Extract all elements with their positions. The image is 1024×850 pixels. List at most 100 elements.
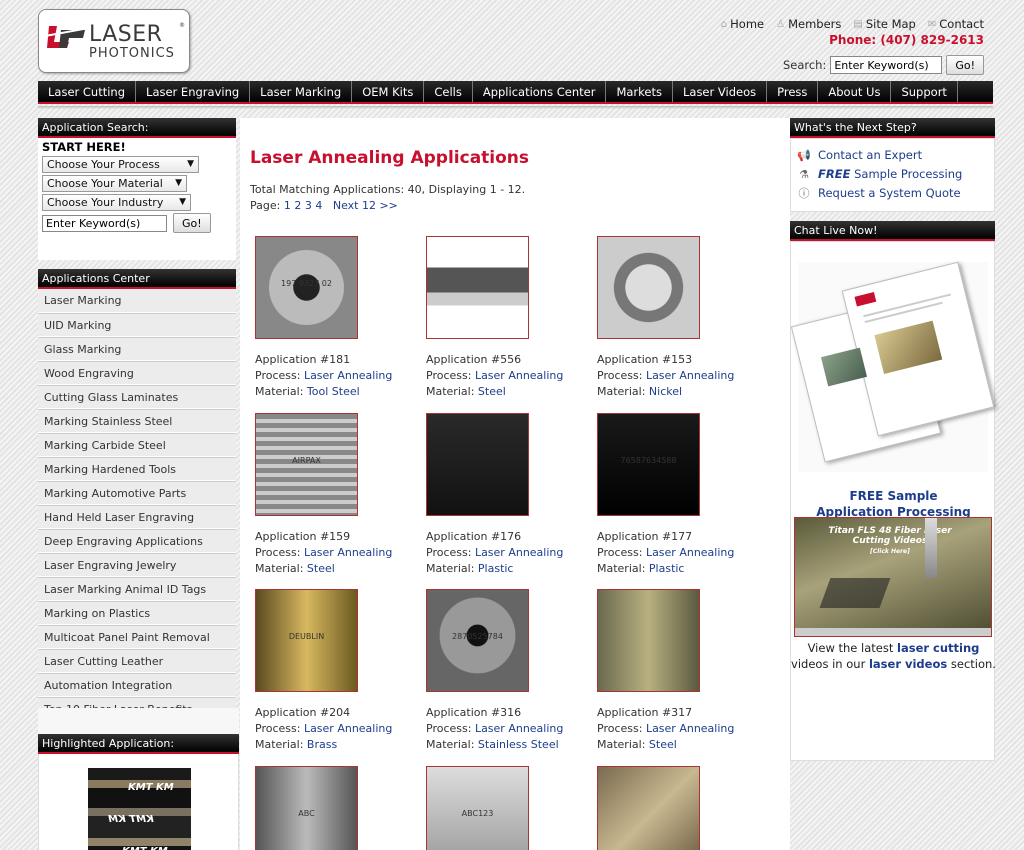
- free-sample-caption[interactable]: FREE Sample Application Processing: [791, 488, 996, 520]
- industry-select[interactable]: Choose Your Industry ▼: [42, 194, 191, 211]
- applications-center-item[interactable]: Cutting Glass Laminates: [38, 385, 236, 409]
- search-go-button[interactable]: Go!: [946, 55, 984, 75]
- material-link[interactable]: Stainless Steel: [478, 738, 559, 751]
- process-link[interactable]: Laser Annealing: [304, 369, 392, 382]
- application-thumbnail[interactable]: [597, 236, 700, 339]
- keyword-go-button[interactable]: Go!: [173, 213, 211, 233]
- nav-cells[interactable]: Cells: [424, 81, 473, 102]
- nav-markets[interactable]: Markets: [606, 81, 673, 102]
- free-sample-link[interactable]: ⚗ FREE Sample Processing: [795, 165, 994, 184]
- applications-center-item[interactable]: Laser Cutting Leather: [38, 649, 236, 673]
- application-thumbnail[interactable]: [597, 766, 700, 850]
- page-link-4[interactable]: 4: [315, 199, 322, 212]
- applications-center-item[interactable]: Automation Integration: [38, 673, 236, 697]
- nav-applications-center[interactable]: Applications Center: [473, 81, 607, 102]
- highlighted-application-image[interactable]: KMT KM KMT KM KMT KM: [88, 768, 191, 850]
- nav-press[interactable]: Press: [767, 81, 819, 102]
- application-thumbnail[interactable]: ABC123: [426, 766, 529, 850]
- process-link[interactable]: Laser Annealing: [475, 722, 563, 735]
- material-link[interactable]: Steel: [307, 562, 335, 575]
- page-link-2[interactable]: 2: [294, 199, 301, 212]
- nav-laser-videos[interactable]: Laser Videos: [673, 81, 768, 102]
- laser-cutting-video-thumbnail[interactable]: Titan FLS 48 Fiber Laser Cutting Videos[…: [794, 517, 992, 637]
- application-name: Application #153: [597, 353, 693, 366]
- nav-support[interactable]: Support: [891, 81, 958, 102]
- application-thumbnail[interactable]: DEUBLIN: [255, 589, 358, 692]
- video-progress-bar[interactable]: [795, 628, 991, 636]
- chevron-down-icon: ▼: [187, 159, 194, 169]
- applications-center-item[interactable]: Multicoat Panel Paint Removal: [38, 625, 236, 649]
- request-quote-link[interactable]: ⓘ Request a System Quote: [795, 184, 994, 203]
- material-link[interactable]: Brass: [307, 738, 337, 751]
- application-thumbnail[interactable]: [597, 589, 700, 692]
- applications-center-item[interactable]: Laser Marking: [38, 289, 236, 313]
- process-link[interactable]: Laser Annealing: [646, 722, 734, 735]
- application-name: Application #159: [255, 530, 351, 543]
- applications-center-item[interactable]: Wood Engraving: [38, 361, 236, 385]
- home-link[interactable]: ⌂ Home: [721, 17, 764, 31]
- nav-oem-kits[interactable]: OEM Kits: [352, 81, 425, 102]
- applications-center-item[interactable]: Laser Marking Animal ID Tags: [38, 577, 236, 601]
- process-link[interactable]: Laser Annealing: [646, 546, 734, 559]
- application-name: Application #177: [597, 530, 693, 543]
- page-link-1[interactable]: 1: [284, 199, 291, 212]
- applications-center-item[interactable]: Marking Hardened Tools: [38, 457, 236, 481]
- application-card: AIRPAX Application #159 Process: Laser Ann…: [255, 413, 415, 577]
- contact-expert-link[interactable]: 📢 Contact an Expert: [795, 146, 994, 165]
- laser-videos-link[interactable]: laser videos: [869, 657, 947, 671]
- process-select[interactable]: Choose Your Process ▼: [42, 156, 199, 173]
- left-column: Application Search: START HERE! Choose Y…: [38, 118, 236, 721]
- application-thumbnail[interactable]: AIRPAX: [255, 413, 358, 516]
- process-link[interactable]: Laser Annealing: [304, 722, 392, 735]
- applications-center-item[interactable]: Marking on Plastics: [38, 601, 236, 625]
- process-link[interactable]: Laser Annealing: [475, 369, 563, 382]
- search-input[interactable]: [830, 56, 943, 74]
- applications-center-item[interactable]: Glass Marking: [38, 337, 236, 361]
- logo[interactable]: LASER ® PHOTONICS: [38, 9, 190, 73]
- chat-live-title[interactable]: Chat Live Now!: [790, 221, 995, 241]
- applications-center-item[interactable]: Marking Carbide Steel: [38, 433, 236, 457]
- app-search-box: START HERE! Choose Your Process ▼ Choose …: [38, 138, 236, 260]
- sample-brochure-image[interactable]: [790, 261, 995, 472]
- application-thumbnail[interactable]: [426, 236, 529, 339]
- nav-about-us[interactable]: About Us: [818, 81, 892, 102]
- material-link[interactable]: Steel: [649, 738, 677, 751]
- material-link[interactable]: Plastic: [649, 562, 685, 575]
- members-link[interactable]: ♙ Members: [776, 17, 841, 31]
- highlighted-application: Highlighted Application: KMT KM KMT KM K…: [38, 734, 239, 850]
- applications-center-item[interactable]: Laser Engraving Jewelry: [38, 553, 236, 577]
- nav-laser-marking[interactable]: Laser Marking: [250, 81, 353, 102]
- process-link[interactable]: Laser Annealing: [646, 369, 734, 382]
- process-link[interactable]: Laser Annealing: [304, 546, 392, 559]
- left-spacer: [38, 708, 239, 734]
- applications-center-item[interactable]: UID Marking: [38, 313, 236, 337]
- application-thumbnail[interactable]: 2870525784: [426, 589, 529, 692]
- results-summary: Total Matching Applications: 40, Display…: [250, 183, 526, 196]
- application-thumbnail[interactable]: [426, 413, 529, 516]
- laser-cutting-link[interactable]: laser cutting: [897, 641, 979, 655]
- next-page-link[interactable]: Next 12 >>: [333, 199, 398, 212]
- keyword-input[interactable]: [42, 214, 167, 232]
- contact-link[interactable]: ✉ Contact: [928, 17, 984, 31]
- applications-center-item[interactable]: Hand Held Laser Engraving: [38, 505, 236, 529]
- applications-center-item[interactable]: Deep Engraving Applications: [38, 529, 236, 553]
- material-link[interactable]: Plastic: [478, 562, 514, 575]
- application-card: 76587634588 Application #177 Process: Lase…: [597, 413, 757, 577]
- page-link-3[interactable]: 3: [305, 199, 312, 212]
- main-content: Laser Annealing Applications Total Match…: [240, 118, 790, 850]
- material-link[interactable]: Nickel: [649, 385, 682, 398]
- application-thumbnail[interactable]: ABC: [255, 766, 358, 850]
- applications-center-item[interactable]: Marking Stainless Steel: [38, 409, 236, 433]
- sitemap-link[interactable]: ▤ Site Map: [853, 17, 915, 31]
- applications-center-item[interactable]: Marking Automotive Parts: [38, 481, 236, 505]
- application-thumbnail[interactable]: 197 9327 02: [255, 236, 358, 339]
- application-thumbnail[interactable]: 76587634588: [597, 413, 700, 516]
- application-card: Application #317 Process: Laser Annealing…: [597, 589, 757, 753]
- process-link[interactable]: Laser Annealing: [475, 546, 563, 559]
- nav-laser-cutting[interactable]: Laser Cutting: [38, 81, 137, 102]
- material-link[interactable]: Tool Steel: [307, 385, 360, 398]
- application-card: DEUBLIN Application #204 Process: Laser An…: [255, 589, 415, 753]
- nav-laser-engraving[interactable]: Laser Engraving: [136, 81, 251, 102]
- material-link[interactable]: Steel: [478, 385, 506, 398]
- material-select[interactable]: Choose Your Material ▼: [42, 175, 187, 192]
